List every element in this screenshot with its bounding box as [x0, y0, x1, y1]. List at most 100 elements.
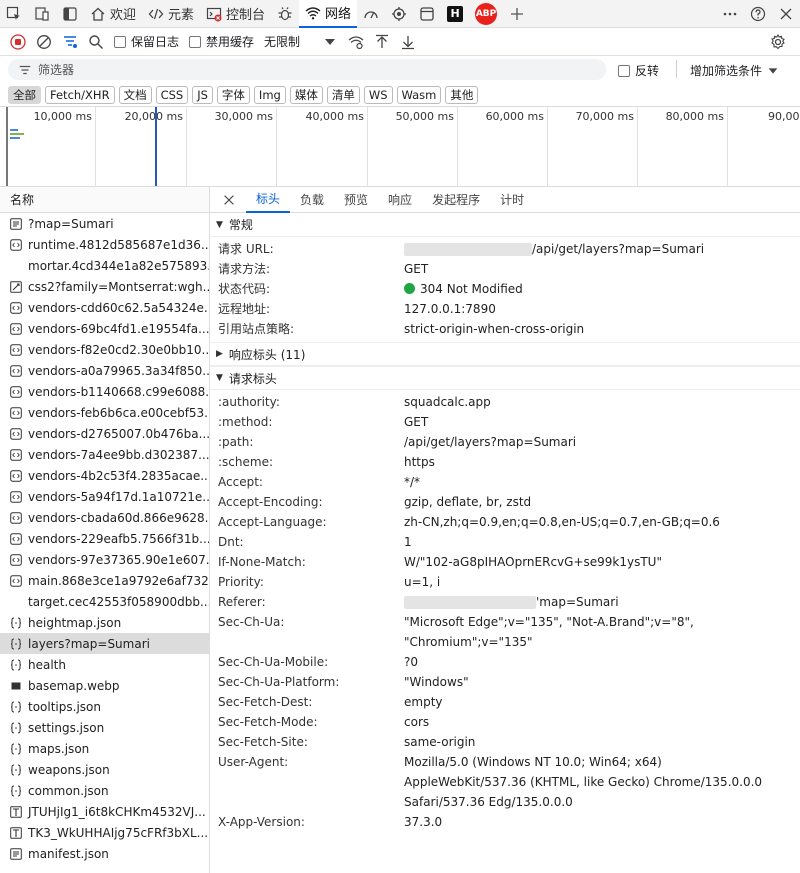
disable-cache-checkbox[interactable]: 禁用缓存: [189, 33, 254, 50]
timeline-left-handle[interactable]: [6, 107, 8, 186]
tab-console[interactable]: 控制台: [200, 0, 271, 28]
type-filter-0[interactable]: 全部: [8, 85, 41, 104]
expand-triangle-icon: ▼: [216, 219, 223, 230]
tab-application[interactable]: [413, 0, 441, 28]
preserve-log-checkbox[interactable]: 保留日志: [114, 33, 179, 50]
wifi-settings-icon: [348, 35, 364, 49]
request-row[interactable]: vendors-feb6b6ca.e00cebf53...: [0, 402, 209, 423]
tab-memory[interactable]: [385, 0, 413, 28]
tab-elements[interactable]: 元素: [142, 0, 200, 28]
name-column-header[interactable]: 名称: [0, 187, 209, 213]
request-row[interactable]: JTUHjIg1_i6t8kCHKm4532VJ...: [0, 801, 209, 822]
header-value-text: 127.0.0.1:7890: [404, 302, 496, 316]
detail-tab-2[interactable]: 预览: [334, 187, 378, 213]
filter-toggle-button[interactable]: [62, 34, 78, 50]
request-row[interactable]: weapons.json: [0, 759, 209, 780]
network-conditions-button[interactable]: [348, 34, 364, 50]
request-row[interactable]: common.json: [0, 780, 209, 801]
detail-tab-3[interactable]: 响应: [378, 187, 422, 213]
type-filter-10[interactable]: Wasm: [396, 85, 442, 104]
request-row[interactable]: manifest.json: [0, 843, 209, 864]
request-row[interactable]: css2?family=Montserrat:wgh...: [0, 276, 209, 297]
general-section-header[interactable]: ▼ 常规: [210, 213, 800, 237]
request-row[interactable]: ?map=Sumari: [0, 213, 209, 234]
device-emulation-button[interactable]: [28, 0, 56, 28]
type-filter-1[interactable]: Fetch/XHR: [45, 85, 115, 104]
request-row[interactable]: settings.json: [0, 717, 209, 738]
type-filter-6[interactable]: Img: [253, 85, 286, 104]
type-filter-7[interactable]: 媒体: [289, 85, 323, 104]
request-row[interactable]: runtime.4812d585687e1d36...: [0, 234, 209, 255]
general-row: 请求方法: GET: [210, 259, 800, 279]
search-button[interactable]: [88, 34, 104, 50]
detail-tab-0[interactable]: 标头: [246, 187, 291, 213]
request-row[interactable]: vendors-7a4ee9bb.d302387...: [0, 444, 209, 465]
type-filter-2[interactable]: 文档: [118, 85, 152, 104]
header-value: empty: [404, 692, 800, 712]
request-row[interactable]: vendors-cdd60c62.5a54324e...: [0, 297, 209, 318]
request-row[interactable]: mortar.4cd344e1a82e575893...: [0, 255, 209, 276]
request-row[interactable]: basemap.webp: [0, 675, 209, 696]
add-tab-button[interactable]: [503, 0, 531, 28]
tab-adblock[interactable]: ABP: [469, 0, 503, 28]
request-row[interactable]: vendors-97e37365.90e1e607...: [0, 549, 209, 570]
request-row[interactable]: vendors-b1140668.c99e6088...: [0, 381, 209, 402]
close-devtools-button[interactable]: [772, 0, 800, 28]
request-row[interactable]: vendors-f82e0cd2.30e0bb10...: [0, 339, 209, 360]
detail-tab-5[interactable]: 计时: [490, 187, 534, 213]
request-header-row: Sec-Ch-Ua-Platform: "Windows": [210, 672, 800, 692]
type-filter-4[interactable]: JS: [192, 85, 213, 104]
timeline-overview[interactable]: 10,000 ms 20,000 ms 30,000 ms 40,000 ms 50,0…: [0, 106, 800, 187]
type-filter-5[interactable]: 字体: [216, 85, 250, 104]
request-detail-panel: 标头 负载 预览 响应 发起程序 计时 ▼ 常规 请求 URL: /api/get/laye…: [210, 187, 800, 873]
type-filter-3[interactable]: CSS: [155, 85, 189, 104]
export-har-button[interactable]: [400, 34, 416, 50]
close-detail-button[interactable]: [210, 187, 246, 213]
filter-input[interactable]: 筛选器: [8, 59, 606, 80]
request-row[interactable]: target.cec42553f058900dbb...: [0, 591, 209, 612]
tab-network[interactable]: 网络: [299, 0, 358, 28]
tab-welcome[interactable]: 欢迎: [84, 0, 142, 28]
network-settings-button[interactable]: [770, 33, 786, 50]
detail-tab-1[interactable]: 负载: [290, 187, 334, 213]
help-button[interactable]: [744, 0, 772, 28]
request-row[interactable]: layers?map=Sumari: [0, 633, 209, 654]
record-button[interactable]: [10, 33, 26, 50]
tab-extension-h[interactable]: H: [441, 0, 469, 28]
request-row[interactable]: vendors-4b2c53f4.2835acae...: [0, 465, 209, 486]
request-row[interactable]: vendors-a0a79965.3a34f850...: [0, 360, 209, 381]
dock-side-button[interactable]: [56, 0, 84, 28]
disable-cache-box[interactable]: [189, 35, 202, 48]
request-row[interactable]: TK3_WkUHHAIjg75cFRf3bXL...: [0, 822, 209, 843]
tab-sources[interactable]: [271, 0, 299, 28]
more-filters-dropdown[interactable]: 增加筛选条件: [690, 62, 780, 79]
preserve-log-box[interactable]: [114, 35, 126, 48]
request-row[interactable]: heightmap.json: [0, 612, 209, 633]
request-row[interactable]: vendors-cbada60d.866e9628...: [0, 507, 209, 528]
request-row[interactable]: vendors-69bc4fd1.e19554fa...: [0, 318, 209, 339]
throttle-select[interactable]: 无限制: [264, 33, 338, 50]
import-har-button[interactable]: [374, 34, 390, 50]
inspect-element-button[interactable]: [0, 0, 28, 28]
detail-tab-4[interactable]: 发起程序: [422, 187, 490, 213]
request-row[interactable]: vendors-d2765007.0b476ba...: [0, 423, 209, 444]
request-row[interactable]: tooltips.json: [0, 696, 209, 717]
type-filter-11[interactable]: 其他: [445, 85, 479, 104]
invert-box[interactable]: [618, 64, 630, 77]
home-icon: [91, 7, 105, 21]
type-filter-9[interactable]: WS: [363, 85, 393, 104]
type-filter-8[interactable]: 清单: [326, 85, 360, 104]
clear-button[interactable]: [36, 34, 52, 50]
header-value: ?0: [404, 652, 800, 672]
request-row[interactable]: vendors-229eafb5.7566f31b...: [0, 528, 209, 549]
request-row[interactable]: vendors-5a94f17d.1a10721e...: [0, 486, 209, 507]
request-name: vendors-a0a79965.3a34f850...: [28, 363, 209, 378]
request-row[interactable]: health: [0, 654, 209, 675]
response-headers-section-header[interactable]: ▶ 响应标头 (11): [210, 342, 800, 366]
more-tools-button[interactable]: [716, 0, 744, 28]
request-headers-section-header[interactable]: ▼ 请求标头: [210, 366, 800, 390]
invert-checkbox[interactable]: 反转: [618, 62, 659, 79]
request-row[interactable]: main.868e3ce1a9792e6af732...: [0, 570, 209, 591]
tab-performance[interactable]: [357, 0, 385, 28]
request-row[interactable]: maps.json: [0, 738, 209, 759]
